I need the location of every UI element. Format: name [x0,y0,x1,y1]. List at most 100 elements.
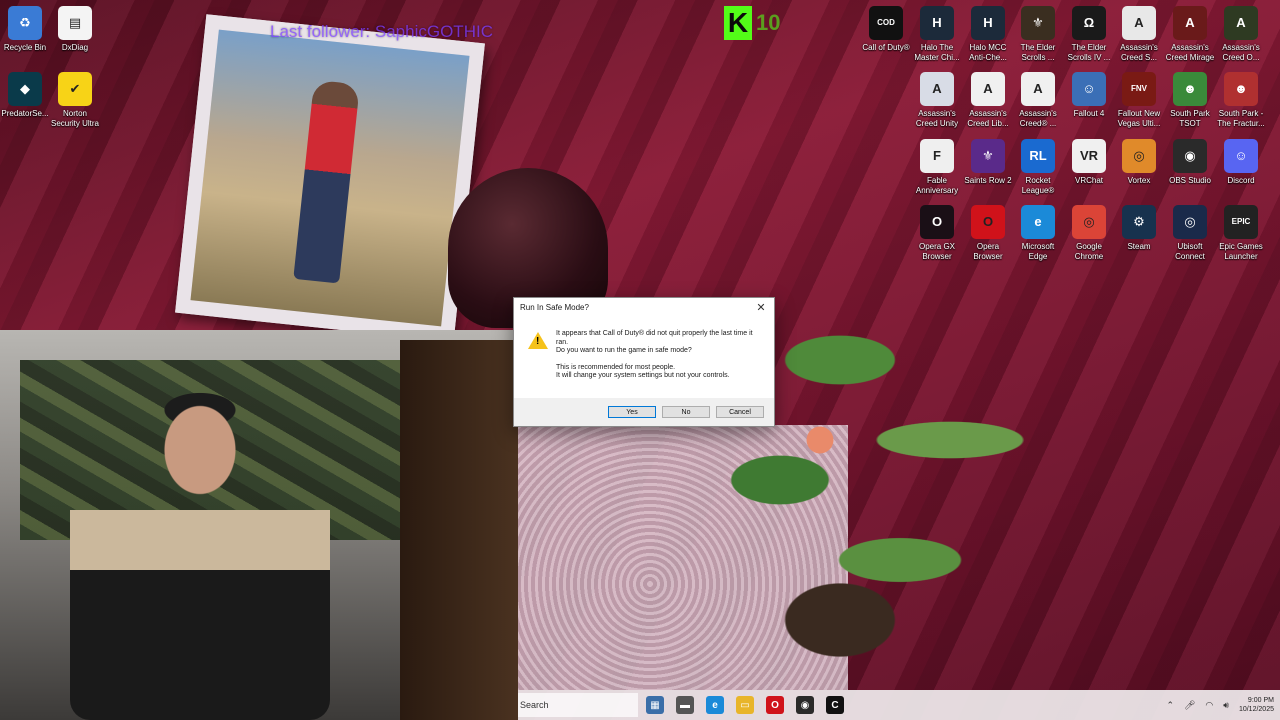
norton-icon: ✔ [58,72,92,106]
oblivion-shortcut[interactable]: Ω The Elder Scrolls IV ... [1064,6,1114,63]
shortcut-label: Halo The Master Chi... [914,43,960,62]
volume-icon[interactable]: 🔊︎ [1223,700,1229,711]
obs-icon: ◉ [1173,139,1207,173]
elder-scrolls-shortcut[interactable]: ⚜ The Elder Scrolls ... [1013,6,1063,63]
cancel-button[interactable]: Cancel [716,406,764,418]
shortcut-label: Assassin's Creed O... [1222,43,1260,62]
shortcut-label: DxDiag [61,43,89,52]
assassins-creed-3-shortcut[interactable]: A Assassin's Creed® ... [1013,72,1063,129]
fallout-new-vegas-icon: FNV [1122,72,1156,106]
assassins-creed-icon: A [1122,6,1156,40]
fable-shortcut[interactable]: F Fable Anniversary [912,139,962,196]
shortcut-label: The Elder Scrolls ... [1020,43,1056,62]
halo-mcc-icon: H [971,6,1005,40]
document-shortcut[interactable]: ▤ DxDiag [50,6,100,53]
discord-icon: ☺ [1224,139,1258,173]
opera-gx-shortcut[interactable]: O Opera GX Browser [912,205,962,262]
no-button[interactable]: No [662,406,710,418]
call-of-duty-shortcut[interactable]: COD Call of Duty® [861,6,911,53]
shortcut-label: PredatorSe... [1,109,49,118]
shortcut-label: Epic Games Launcher [1219,242,1263,261]
dialog-line-4: It will change your system settings but … [556,372,730,379]
vrchat-shortcut[interactable]: VR VRChat [1064,139,1114,186]
assassins-creed-mirage-icon: A [1173,6,1207,40]
dialog-titlebar: Run In Safe Mode? ✕ [514,298,774,316]
folder-icon[interactable]: ▭ [736,696,754,714]
assassins-creed-unity-icon: A [920,72,954,106]
clock[interactable]: 9:00 PM 10/12/2025 [1239,696,1274,714]
vrchat-icon: VR [1072,139,1106,173]
recycle-bin-icon: ♻ [8,6,42,40]
chrome-shortcut[interactable]: ◎ Google Chrome [1064,205,1114,262]
shortcut-label: Vortex [1127,176,1151,185]
shortcut-label: Recycle Bin [3,43,47,52]
epic-games-shortcut[interactable]: EPIC Epic Games Launcher [1216,205,1266,262]
shortcut-label: Discord [1227,176,1255,185]
wifi-icon[interactable]: ◠ [1205,700,1213,711]
opera-taskbar-icon[interactable]: O [766,696,784,714]
close-icon[interactable]: ✕ [754,301,768,314]
shortcut-label: Assassin's Creed Unity [915,109,959,128]
obs-shortcut[interactable]: ◉ OBS Studio [1165,139,1215,186]
ubisoft-icon: ◎ [1173,205,1207,239]
photo-frame [175,14,485,342]
shortcut-label: OBS Studio [1169,176,1211,185]
south-park-fbw-shortcut[interactable]: ☻ South Park - The Fractur... [1216,72,1266,129]
call-of-duty-taskbar-icon[interactable]: C [826,696,844,714]
assassins-creed-liberation-shortcut[interactable]: A Assassin's Creed Lib... [963,72,1013,129]
assassins-creed-unity-shortcut[interactable]: A Assassin's Creed Unity [912,72,962,129]
shortcut-label: Norton Security Ultra [50,109,99,128]
search-placeholder: Search [520,700,549,710]
shortcut-label: Ubisoft Connect [1175,242,1205,261]
predator-shortcut[interactable]: ◆ PredatorSe... [0,72,50,119]
taskbar-apps: ▦ ▬ e ▭ O ◉ C [646,696,844,714]
shortcut-label: South Park TSOT [1170,109,1210,128]
saints-row-shortcut[interactable]: ⚜ Saints Row 2 [963,139,1013,186]
rocket-league-shortcut[interactable]: RL Rocket League® [1013,139,1063,196]
shortcut-label: Assassin's Creed® ... [1019,109,1057,128]
assassins-creed-origins-icon: A [1224,6,1258,40]
dialog-line-2: Do you want to run the game in safe mode… [556,347,692,354]
vortex-icon: ◎ [1122,139,1156,173]
ubisoft-shortcut[interactable]: ◎ Ubisoft Connect [1165,205,1215,262]
saints-row-icon: ⚜ [971,139,1005,173]
chevron-up-icon[interactable]: ⌃ [1166,700,1174,711]
call-of-duty-icon: COD [869,6,903,40]
south-park-tsot-shortcut[interactable]: ☻ South Park TSOT [1165,72,1215,129]
opera-shortcut[interactable]: O Opera Browser [963,205,1013,262]
recycle-bin-shortcut[interactable]: ♻ Recycle Bin [0,6,50,53]
edge-taskbar-icon[interactable]: e [706,696,724,714]
halo-mcc-shortcut[interactable]: H Halo MCC Anti-Che... [963,6,1013,63]
shortcut-label: Fable Anniversary [915,176,959,195]
dialog-body: ! It appears that Call of Duty® did not … [514,316,774,389]
clock-time: 9:00 PM [1247,697,1274,704]
shortcut-label: Opera Browser [973,242,1003,261]
dialog-line-1: It appears that Call of Duty® did not qu… [556,330,753,346]
taskbar: Search ▦ ▬ e ▭ O ◉ C ⌃ 🎤︎ ◠ 🔊︎ 9:00 PM 1… [518,690,1280,720]
assassins-creed-3-icon: A [1021,72,1055,106]
discord-shortcut[interactable]: ☺ Discord [1216,139,1266,186]
file-explorer-icon[interactable]: ▬ [676,696,694,714]
task-view-icon[interactable]: ▦ [646,696,664,714]
webcam-feed [0,330,518,720]
steam-shortcut[interactable]: ⚙ Steam [1114,205,1164,252]
fallout-new-vegas-shortcut[interactable]: FNV Fallout New Vegas Ulti... [1114,72,1164,129]
shortcut-label: The Elder Scrolls IV ... [1067,43,1111,62]
document-icon: ▤ [58,6,92,40]
assassins-creed-mirage-shortcut[interactable]: A Assassin's Creed Mirage [1165,6,1215,63]
microphone-icon[interactable]: 🎤︎ [1184,700,1195,711]
fallout-4-shortcut[interactable]: ☺ Fallout 4 [1064,72,1114,119]
fable-icon: F [920,139,954,173]
halo-shortcut[interactable]: H Halo The Master Chi... [912,6,962,63]
assassins-creed-shortcut[interactable]: A Assassin's Creed S... [1114,6,1164,63]
assassins-creed-origins-shortcut[interactable]: A Assassin's Creed O... [1216,6,1266,63]
safe-mode-dialog: Run In Safe Mode? ✕ ! It appears that Ca… [513,297,775,427]
norton-shortcut[interactable]: ✔ Norton Security Ultra [50,72,100,129]
shortcut-label: Steam [1127,242,1151,251]
yes-button[interactable]: Yes [608,406,656,418]
vortex-shortcut[interactable]: ◎ Vortex [1114,139,1164,186]
edge-shortcut[interactable]: e Microsoft Edge [1013,205,1063,262]
steam-icon: ⚙ [1122,205,1156,239]
taskbar-search[interactable]: Search [518,693,638,717]
obs-taskbar-icon[interactable]: ◉ [796,696,814,714]
